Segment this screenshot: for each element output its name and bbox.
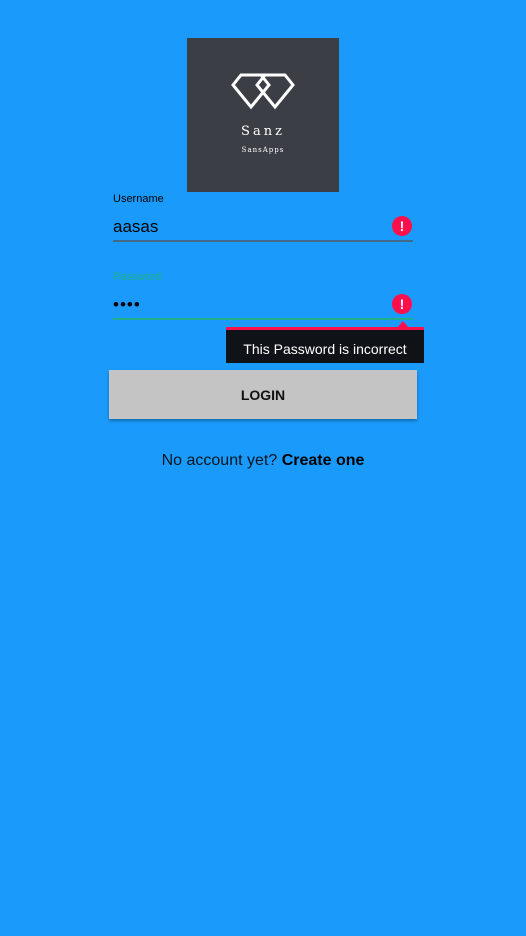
diamond-logo-icon xyxy=(231,73,295,110)
logo-name: Sanz xyxy=(241,124,285,139)
signup-prompt: No account yet? Create one xyxy=(0,452,526,470)
signup-prompt-text: No account yet? xyxy=(161,452,278,469)
password-error-icon[interactable]: ! xyxy=(392,294,412,314)
password-input[interactable] xyxy=(113,293,383,317)
username-error-icon[interactable]: ! xyxy=(392,216,412,236)
password-underline xyxy=(113,318,413,320)
password-label: Password xyxy=(113,271,162,283)
password-error-tooltip: This Password is incorrect xyxy=(226,327,424,363)
username-label: Username xyxy=(113,193,164,205)
username-input[interactable] xyxy=(113,215,383,239)
create-account-link[interactable]: Create one xyxy=(282,452,365,469)
logo-tagline: SansApps xyxy=(241,146,285,154)
login-button[interactable]: LOGIN xyxy=(109,370,417,419)
username-underline xyxy=(113,240,413,242)
app-logo: Sanz SansApps xyxy=(187,38,339,192)
